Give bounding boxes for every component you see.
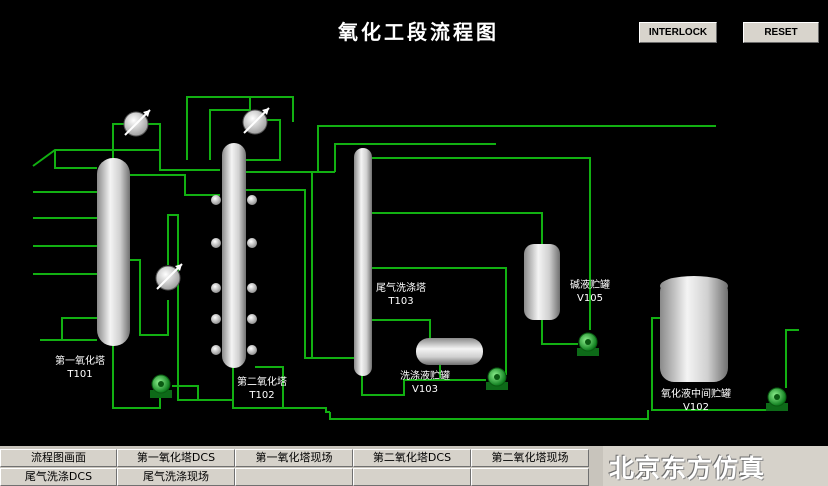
brand-logo: 北京东方仿真 [603, 446, 828, 486]
tower-t103[interactable] [354, 148, 372, 376]
pipe-t101-feed-1 [32, 149, 160, 167]
process-diagram-screen: 氧化工段流程图 INTERLOCK RESET 第一氧化塔 T101 第二氧化塔… [0, 0, 828, 446]
pipe-t102-right [246, 189, 355, 359]
t103-tag: T103 [388, 296, 414, 307]
tab-t101-dcs[interactable]: 第一氧化塔DCS [117, 449, 235, 467]
v102-tag: V102 [683, 402, 709, 413]
vessel-v105[interactable] [524, 244, 560, 320]
pipe-v105-feed [372, 212, 543, 248]
tab-t102-dcs[interactable]: 第二氧化塔DCS [353, 449, 471, 467]
pump-2-icon[interactable] [486, 367, 508, 390]
tower-t101[interactable] [97, 158, 130, 346]
brand-text: 北京东方仿真 [609, 454, 766, 483]
t101-tag: T101 [67, 369, 93, 380]
tab-empty-1 [235, 468, 353, 486]
heat-exchanger-2-icon[interactable] [242, 107, 270, 135]
pipe-t102-to-v102 [283, 407, 330, 413]
tab-empty-3 [471, 468, 589, 486]
tab-tail-gas-dcs[interactable]: 尾气洗涤DCS [0, 468, 117, 486]
t101-name: 第一氧化塔 [55, 356, 105, 367]
pipe-v102-inlet [329, 410, 649, 420]
t102-label: 第二氧化塔 T102 [237, 376, 287, 402]
tab-tail-gas-field[interactable]: 尾气洗涤现场 [117, 468, 235, 486]
tab-t102-field[interactable]: 第二氧化塔现场 [471, 449, 589, 467]
interlock-button[interactable]: INTERLOCK [639, 22, 717, 43]
reset-button[interactable]: RESET [743, 22, 819, 43]
t103-name: 尾气洗涤塔 [376, 283, 426, 294]
vessel-v102-top [660, 276, 728, 296]
tab-empty-2 [353, 468, 471, 486]
pipe-top-long [317, 125, 716, 172]
pipe-t103-mid [372, 319, 431, 341]
pipe-t101-t102-link [130, 174, 220, 196]
pipe-t101-to-pump1 [112, 343, 161, 409]
v105-name: 碱液贮罐 [570, 280, 610, 291]
v105-label: 碱液贮罐 V105 [570, 279, 610, 305]
v103-name: 洗涤液贮罐 [400, 371, 450, 382]
pipe-v102-right [785, 329, 799, 388]
pump-3-icon[interactable] [577, 332, 599, 356]
v102-name: 氧化液中间贮罐 [661, 389, 731, 400]
v105-tag: V105 [577, 293, 603, 304]
t103-label: 尾气洗涤塔 T103 [376, 282, 426, 308]
pump-1-icon[interactable] [150, 374, 172, 398]
pipe-pump1-out [172, 385, 199, 400]
v102-label: 氧化液中间贮罐 V102 [661, 388, 731, 414]
pipe-t101-bottom-loop [61, 317, 97, 341]
v103-label: 洗涤液贮罐 V103 [400, 370, 450, 396]
vessel-v103[interactable] [416, 338, 483, 365]
tower-t102[interactable] [222, 143, 246, 368]
page-title: 氧化工段流程图 [338, 20, 499, 44]
pipe-t101-vent [54, 150, 97, 169]
pipe-v105-bottom [541, 318, 578, 345]
heat-exchanger-1-icon[interactable] [123, 109, 151, 137]
pump-4-icon[interactable] [766, 387, 788, 411]
tab-flow-diagram[interactable]: 流程图画面 [0, 449, 117, 467]
v103-tag: V103 [412, 384, 438, 395]
tab-t101-field[interactable]: 第一氧化塔现场 [235, 449, 353, 467]
t102-tag: T102 [249, 390, 275, 401]
t102-name: 第二氧化塔 [237, 377, 287, 388]
t101-label: 第一氧化塔 T101 [55, 355, 105, 381]
